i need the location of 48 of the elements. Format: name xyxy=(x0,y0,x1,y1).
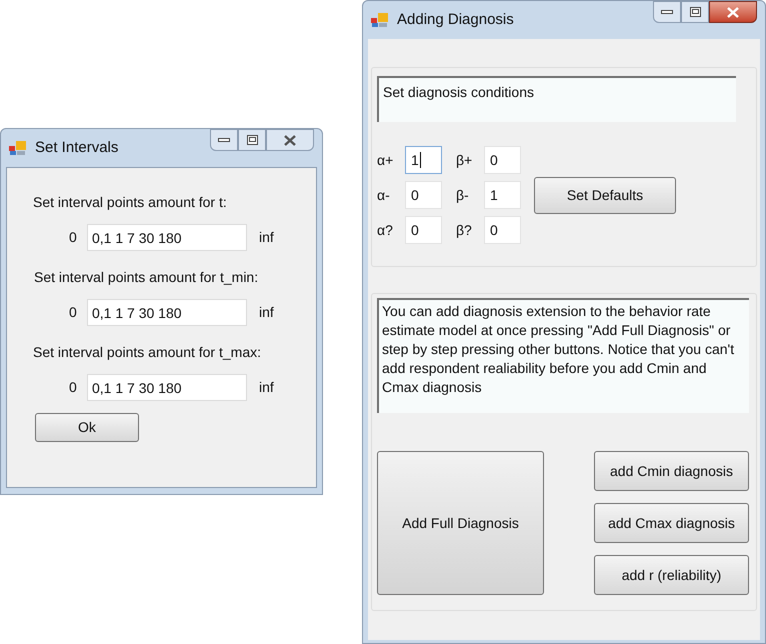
interval-input-field[interactable]: 0,1 1 7 30 180 xyxy=(87,224,247,251)
info-text: You can add diagnosis extension to the behavior rate estimate model at once pressing "Add Full Diagnosis" or step by step pressing other buttons. Notice that you can't add respondent realiability before you add Cmin and Cmax diagnosis xyxy=(377,298,749,413)
range-start-label: 0 xyxy=(69,378,78,397)
interval-input-field[interactable]: 0,1 1 7 30 180 xyxy=(87,299,247,326)
field-label: Set interval points amount for t_min: xyxy=(33,268,260,287)
maximize-icon xyxy=(246,135,258,145)
minimize-button[interactable] xyxy=(653,1,681,23)
parameter-label: α- xyxy=(377,186,391,204)
close-icon xyxy=(727,6,739,18)
field-label: Set interval points amount for t: xyxy=(33,193,228,212)
parameter-label: α+ xyxy=(377,150,394,170)
maximize-icon xyxy=(690,7,700,17)
range-end-label: inf xyxy=(259,378,274,397)
parameter-input-field[interactable]: 0 xyxy=(484,216,521,244)
range-end-label: inf xyxy=(259,303,274,322)
close-button[interactable] xyxy=(709,1,757,23)
parameter-label: β- xyxy=(456,186,470,205)
close-button[interactable] xyxy=(266,129,314,151)
parameter-input-field[interactable]: 1 xyxy=(405,146,442,174)
maximize-button[interactable] xyxy=(238,129,266,151)
diagnosis-step-button[interactable]: add Cmin diagnosis xyxy=(594,451,749,491)
parameter-label: β? xyxy=(456,220,473,240)
close-icon xyxy=(284,134,296,146)
parameter-input-field[interactable]: 0 xyxy=(405,216,442,244)
range-start-label: 0 xyxy=(69,303,78,322)
diagnosis-step-button[interactable]: add r (reliability) xyxy=(594,555,749,595)
interval-input-field[interactable]: 0,1 1 7 30 180 xyxy=(87,374,247,401)
app-icon xyxy=(371,12,389,28)
parameter-input-field[interactable]: 1 xyxy=(484,181,521,209)
range-start-label: 0 xyxy=(69,228,78,247)
set-defaults-button[interactable]: Set Defaults xyxy=(534,177,676,214)
maximize-button[interactable] xyxy=(681,1,709,23)
add-full-diagnosis-button[interactable]: Add Full Diagnosis xyxy=(377,451,544,595)
range-end-label: inf xyxy=(259,228,274,247)
minimize-icon xyxy=(661,10,673,14)
field-label: Set interval points amount for t_max: xyxy=(33,343,262,362)
diagnosis-step-button[interactable]: add Cmax diagnosis xyxy=(594,503,749,543)
ok-button[interactable]: Ok xyxy=(35,413,139,442)
window-title: Set Intervals xyxy=(35,138,118,158)
minimize-icon xyxy=(218,138,230,142)
window-title: Adding Diagnosis xyxy=(397,10,514,30)
parameter-label: α? xyxy=(377,220,394,240)
minimize-button[interactable] xyxy=(210,129,238,151)
parameter-input-field[interactable]: 0 xyxy=(484,146,521,174)
parameter-input-field[interactable]: 0 xyxy=(405,181,442,209)
app-icon xyxy=(9,140,27,156)
parameter-label: β+ xyxy=(456,150,474,170)
conditions-text: Set diagnosis conditions xyxy=(377,76,736,122)
